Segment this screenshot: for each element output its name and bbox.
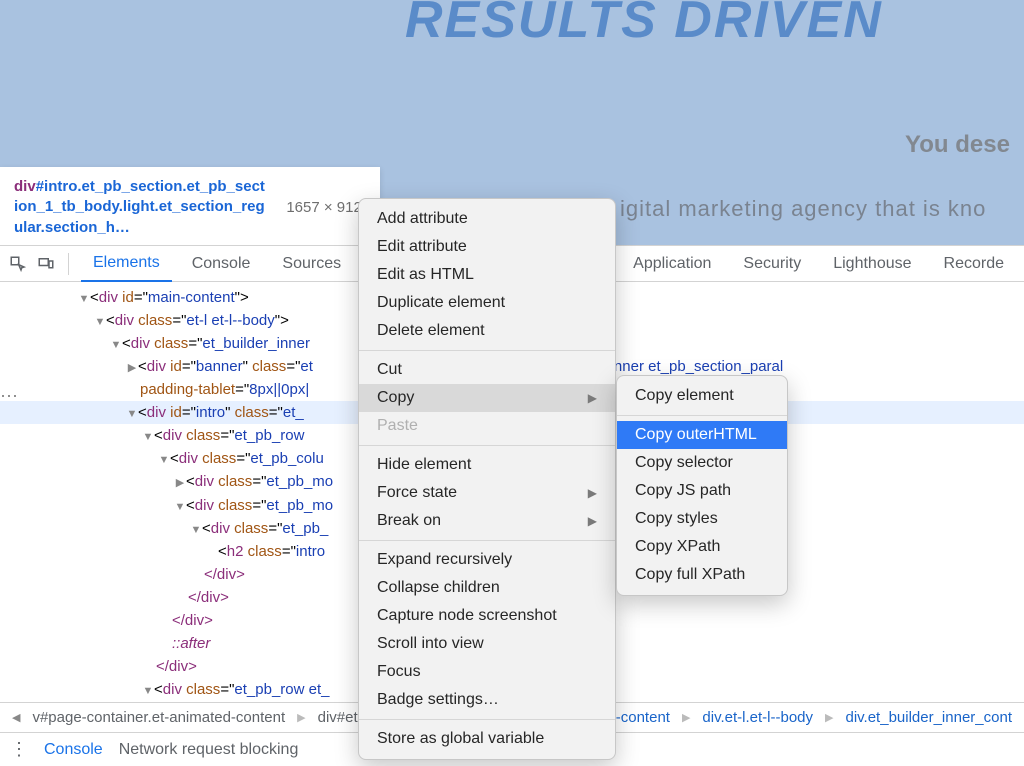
submenu-copy-fullxpath[interactable]: Copy full XPath [617, 561, 787, 589]
submenu-copy-jspath[interactable]: Copy JS path [617, 477, 787, 505]
breadcrumb-item[interactable]: v#page-container.et-animated-content [28, 709, 289, 726]
device-icon[interactable] [36, 254, 56, 274]
kebab-icon[interactable]: ⋮ [10, 739, 28, 760]
menu-hide[interactable]: Hide element [359, 451, 615, 479]
menu-expand[interactable]: Expand recursively [359, 546, 615, 574]
menu-scroll[interactable]: Scroll into view [359, 630, 615, 658]
menu-edit-attribute[interactable]: Edit attribute [359, 233, 615, 261]
element-tooltip: div#intro.et_pb_section.et_pb_section_1_… [0, 167, 380, 248]
drawer-tab-console[interactable]: Console [44, 741, 103, 759]
menu-paste: Paste [359, 412, 615, 440]
tab-lighthouse[interactable]: Lighthouse [821, 247, 923, 281]
submenu-copy-xpath[interactable]: Copy XPath [617, 533, 787, 561]
chevron-right-icon: ▶ [588, 391, 597, 405]
menu-focus[interactable]: Focus [359, 658, 615, 686]
menu-copy[interactable]: Copy▶ [359, 384, 615, 412]
menu-cut[interactable]: Cut [359, 356, 615, 384]
menu-duplicate[interactable]: Duplicate element [359, 289, 615, 317]
menu-collapse[interactable]: Collapse children [359, 574, 615, 602]
menu-force-state[interactable]: Force state▶ [359, 479, 615, 507]
tooltip-selector: div#intro.et_pb_section.et_pb_section_1_… [14, 177, 269, 238]
breadcrumb-item[interactable]: div.et_builder_inner_cont [841, 709, 1016, 726]
breadcrumb-item[interactable]: div.et-l.et-l--body [698, 709, 817, 726]
menu-store[interactable]: Store as global variable [359, 725, 615, 753]
submenu-copy-styles[interactable]: Copy styles [617, 505, 787, 533]
menu-add-attribute[interactable]: Add attribute [359, 205, 615, 233]
menu-edit-html[interactable]: Edit as HTML [359, 261, 615, 289]
submenu-copy-element[interactable]: Copy element [617, 382, 787, 410]
context-menu: Add attribute Edit attribute Edit as HTM… [358, 198, 616, 760]
tab-console[interactable]: Console [180, 247, 263, 281]
tab-application[interactable]: Application [621, 247, 723, 281]
drawer-tab-network[interactable]: Network request blocking [119, 741, 299, 759]
chevron-right-icon: ▶ [588, 486, 597, 500]
gutter-ellipsis[interactable]: ⋯ [0, 384, 16, 409]
menu-badge[interactable]: Badge settings… [359, 686, 615, 714]
tab-recorder[interactable]: Recorde [932, 247, 1016, 281]
menu-capture[interactable]: Capture node screenshot [359, 602, 615, 630]
submenu-copy-selector[interactable]: Copy selector [617, 449, 787, 477]
tab-security[interactable]: Security [731, 247, 813, 281]
menu-break-on[interactable]: Break on▶ [359, 507, 615, 535]
hero-sub2: igital marketing agency that is kno [620, 196, 986, 222]
submenu-copy-outerhtml[interactable]: Copy outerHTML [617, 421, 787, 449]
hero-heading: RESULTS DRIVEN [405, 0, 883, 50]
hero-sub1: You dese [905, 131, 1010, 159]
menu-delete[interactable]: Delete element [359, 317, 615, 345]
inspect-icon[interactable] [8, 254, 28, 274]
copy-submenu: Copy element Copy outerHTML Copy selecto… [616, 375, 788, 596]
chevron-right-icon: ▶ [588, 514, 597, 528]
tooltip-dimensions: 1657 × 912. [286, 199, 366, 216]
tab-sources[interactable]: Sources [270, 247, 353, 281]
tab-elements[interactable]: Elements [81, 246, 172, 282]
